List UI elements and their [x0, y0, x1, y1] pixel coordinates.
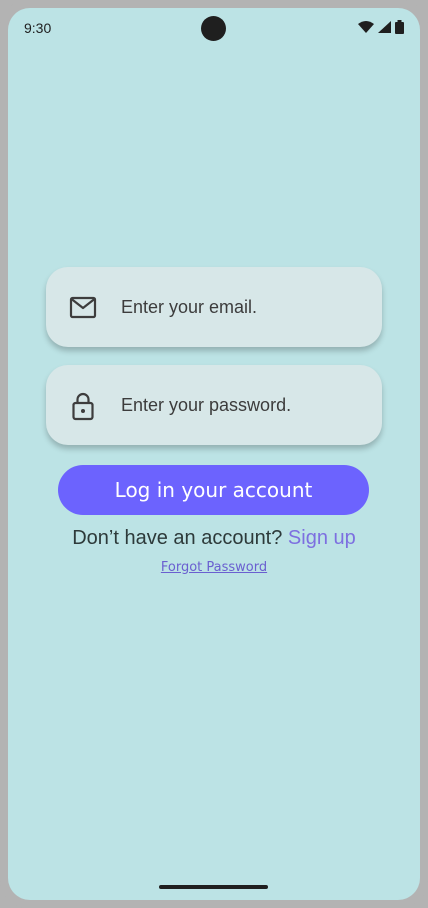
password-input[interactable]: [121, 365, 371, 445]
email-input[interactable]: [121, 267, 371, 347]
status-time: 9:30: [24, 20, 52, 36]
battery-icon: [395, 20, 404, 34]
password-field[interactable]: [46, 365, 382, 445]
signup-link[interactable]: Sign up: [288, 527, 356, 549]
status-bar: 9:30: [8, 8, 420, 48]
email-field[interactable]: [46, 267, 382, 347]
signup-prompt: Don’t have an account?: [72, 527, 288, 549]
status-icons: [358, 20, 404, 34]
mail-icon: [68, 293, 98, 323]
signal-icon: [378, 21, 391, 33]
signup-row: Don’t have an account? Sign up: [8, 527, 420, 550]
home-indicator[interactable]: [159, 885, 268, 889]
forgot-password-link[interactable]: Forgot Password: [8, 560, 420, 575]
device-frame: 9:30 Enter your email. Log in your accou…: [0, 0, 428, 908]
app-screen: 9:30 Enter your email. Log in your accou…: [8, 8, 420, 900]
lock-icon: [68, 391, 98, 421]
camera-cutout: [201, 16, 226, 41]
login-button[interactable]: Log in your account: [58, 465, 369, 515]
wifi-icon: [358, 21, 374, 33]
